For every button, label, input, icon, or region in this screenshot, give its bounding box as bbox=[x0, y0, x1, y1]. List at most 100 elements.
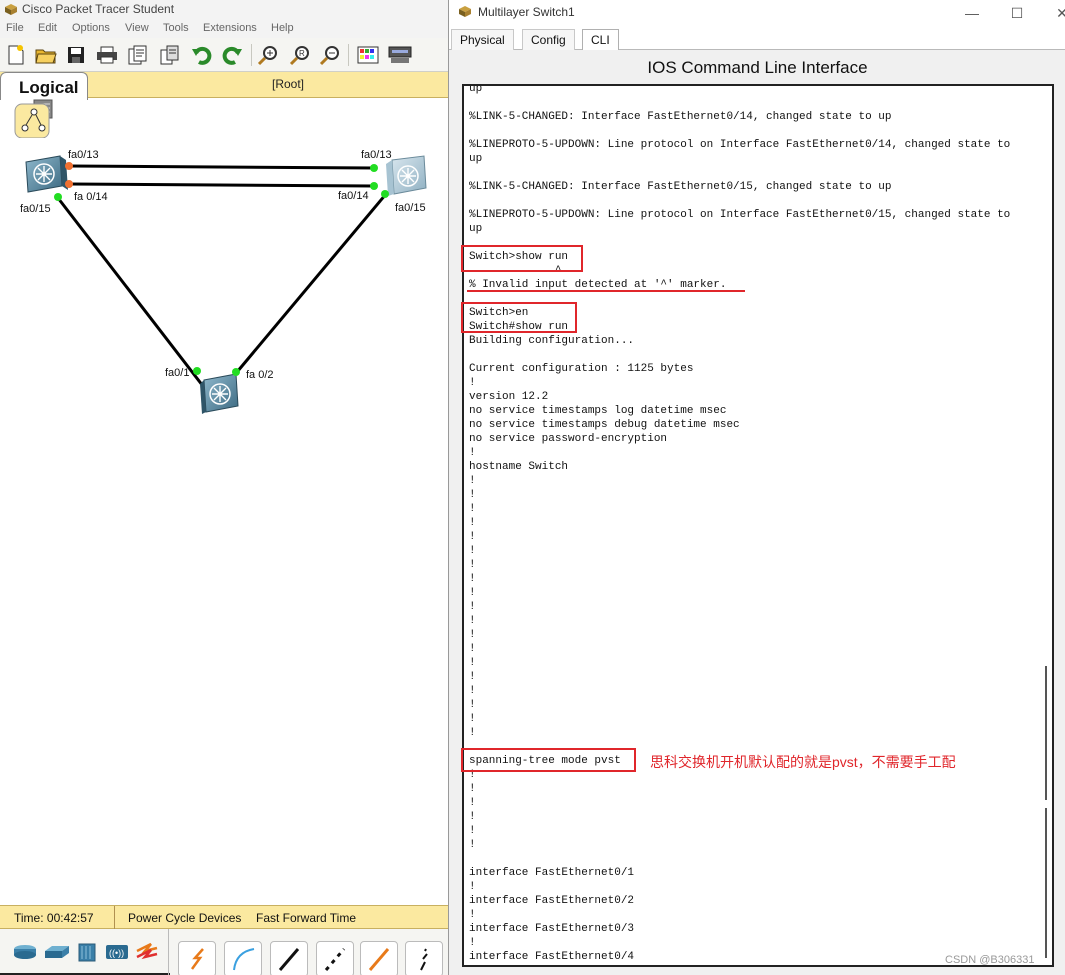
cli-line: ! bbox=[469, 909, 476, 921]
link-fa013[interactable] bbox=[69, 164, 375, 170]
open-folder-icon[interactable] bbox=[34, 44, 58, 66]
menu-extensions[interactable]: Extensions bbox=[203, 22, 257, 34]
port-light-s1-fa015 bbox=[54, 193, 62, 201]
router-category-icon[interactable] bbox=[12, 941, 38, 963]
cli-line bbox=[469, 194, 1041, 208]
connections-category-icon[interactable] bbox=[134, 941, 160, 963]
cli-line: ! bbox=[469, 811, 476, 823]
wireless-category-icon[interactable]: ((•)) bbox=[104, 941, 130, 963]
cli-line: ! bbox=[469, 503, 476, 515]
port-light-s2-fa013 bbox=[370, 164, 378, 172]
port-label-s1-fa013: fa0/13 bbox=[68, 149, 99, 161]
copy-icon[interactable] bbox=[158, 44, 182, 66]
cli-line: version 12.2 bbox=[469, 391, 549, 403]
svg-text:((•)): ((•)) bbox=[109, 948, 124, 958]
cli-line: ! bbox=[469, 573, 476, 585]
cli-line: up bbox=[469, 84, 483, 95]
zoom-reset-icon[interactable]: R bbox=[288, 44, 312, 66]
logical-tab[interactable]: Logical bbox=[0, 72, 88, 100]
menu-tools[interactable]: Tools bbox=[163, 22, 189, 34]
straight-through-cable-icon[interactable] bbox=[270, 941, 308, 975]
cli-line: ! bbox=[469, 783, 476, 795]
pt-title-bar: Cisco Packet Tracer Student bbox=[0, 0, 448, 20]
zoom-in-icon[interactable] bbox=[256, 44, 280, 66]
cli-line: no service timestamps log datetime msec bbox=[469, 405, 727, 417]
menu-help[interactable]: Help bbox=[271, 22, 294, 34]
tab-config[interactable]: Config bbox=[522, 29, 575, 50]
cli-line: ! bbox=[469, 643, 476, 655]
cli-terminal[interactable]: up %LINK-5-CHANGED: Interface FastEthern… bbox=[462, 84, 1054, 967]
undo-icon[interactable] bbox=[190, 44, 214, 66]
cli-line: ! bbox=[469, 727, 476, 739]
cli-line: %LINEPROTO-5-UPDOWN: Line protocol on In… bbox=[469, 209, 1011, 221]
cli-line: ! bbox=[469, 825, 476, 837]
link-fa014[interactable] bbox=[69, 182, 375, 188]
minimize-icon[interactable]: — bbox=[957, 2, 987, 24]
activity-wizard-icon[interactable] bbox=[126, 44, 150, 66]
highlight-spanning-tree bbox=[461, 748, 636, 772]
cli-output[interactable]: up %LINK-5-CHANGED: Interface FastEthern… bbox=[469, 84, 1041, 965]
fiber-cable-icon[interactable] bbox=[360, 941, 398, 975]
new-file-icon[interactable] bbox=[4, 44, 28, 66]
packet-tracer-window: Cisco Packet Tracer Student File Edit Op… bbox=[0, 0, 448, 975]
annotation-text: 思科交换机开机默认配的就是pvst，不需要手工配 bbox=[650, 754, 956, 770]
pt-window-title: Cisco Packet Tracer Student bbox=[22, 2, 175, 16]
packet-tracer-app-icon bbox=[5, 4, 17, 15]
cli-scrollbar-thumb-lower[interactable] bbox=[1045, 808, 1047, 958]
link-s2-s3[interactable] bbox=[230, 193, 388, 379]
cli-line: ! bbox=[469, 447, 476, 459]
multilayer-switch-1[interactable] bbox=[386, 155, 427, 196]
cli-line: Building configuration... bbox=[469, 335, 635, 347]
cli-line: ! bbox=[469, 559, 476, 571]
cli-line: no service timestamps debug datetime mse… bbox=[469, 419, 740, 431]
cli-scrollbar-thumb[interactable] bbox=[1045, 666, 1047, 800]
menu-options[interactable]: Options bbox=[72, 22, 110, 34]
console-cable-icon[interactable] bbox=[224, 941, 262, 975]
cli-line bbox=[469, 96, 1041, 110]
crossover-cable-icon[interactable] bbox=[316, 941, 354, 975]
tab-physical[interactable]: Physical bbox=[451, 29, 514, 50]
cli-line: ! bbox=[469, 881, 476, 893]
print-icon[interactable] bbox=[95, 44, 119, 66]
custom-device-icon[interactable] bbox=[388, 44, 412, 66]
menu-file[interactable]: File bbox=[6, 22, 24, 34]
cli-line: ! bbox=[469, 839, 476, 851]
cli-line: ! bbox=[469, 937, 476, 949]
underline-invalid-input bbox=[467, 290, 745, 292]
menu-edit[interactable]: Edit bbox=[38, 22, 57, 34]
sim-time: Time: 00:42:57 bbox=[14, 911, 94, 925]
phone-cable-icon[interactable] bbox=[405, 941, 443, 975]
menu-view[interactable]: View bbox=[125, 22, 149, 34]
cli-scrollbar[interactable] bbox=[1042, 86, 1050, 965]
tab-cli[interactable]: CLI bbox=[582, 29, 619, 51]
cli-line: up bbox=[469, 153, 483, 165]
multilayer-switch-2[interactable] bbox=[200, 373, 239, 414]
maximize-icon[interactable]: ☐ bbox=[1002, 2, 1032, 24]
save-icon[interactable] bbox=[64, 44, 88, 66]
topology-canvas[interactable] bbox=[0, 98, 448, 886]
cli-line: no service password-encryption bbox=[469, 433, 668, 445]
highlight-show-run bbox=[461, 245, 583, 272]
cli-line: ! bbox=[469, 531, 476, 543]
link-s1-s3[interactable] bbox=[56, 197, 208, 391]
palette-icon[interactable] bbox=[356, 44, 380, 66]
svg-text:R: R bbox=[299, 49, 305, 58]
hub-category-icon[interactable] bbox=[74, 941, 100, 963]
pt-menu-bar: File Edit Options View Tools Extensions … bbox=[0, 20, 448, 38]
cli-line: ! bbox=[469, 685, 476, 697]
cli-line bbox=[469, 348, 1041, 362]
cli-line: interface FastEthernet0/3 bbox=[469, 923, 635, 935]
device-palette: ((•)) bbox=[0, 929, 448, 975]
multilayer-switch-0[interactable] bbox=[25, 155, 68, 193]
close-icon[interactable]: ✕ bbox=[1047, 2, 1065, 24]
power-cycle-devices-button[interactable]: Power Cycle Devices bbox=[128, 911, 241, 925]
switch-category-icon[interactable] bbox=[44, 941, 70, 963]
redo-icon[interactable] bbox=[220, 44, 244, 66]
highlight-en-show-run bbox=[461, 302, 577, 333]
auto-cable-icon[interactable] bbox=[178, 941, 216, 975]
cli-line: hostname Switch bbox=[469, 461, 569, 473]
port-label-s2-fa013: fa0/13 bbox=[361, 149, 392, 161]
ms-tab-bar: Physical Config CLI bbox=[449, 26, 1065, 51]
fast-forward-time-button[interactable]: Fast Forward Time bbox=[256, 911, 356, 925]
zoom-out-icon[interactable] bbox=[318, 44, 342, 66]
